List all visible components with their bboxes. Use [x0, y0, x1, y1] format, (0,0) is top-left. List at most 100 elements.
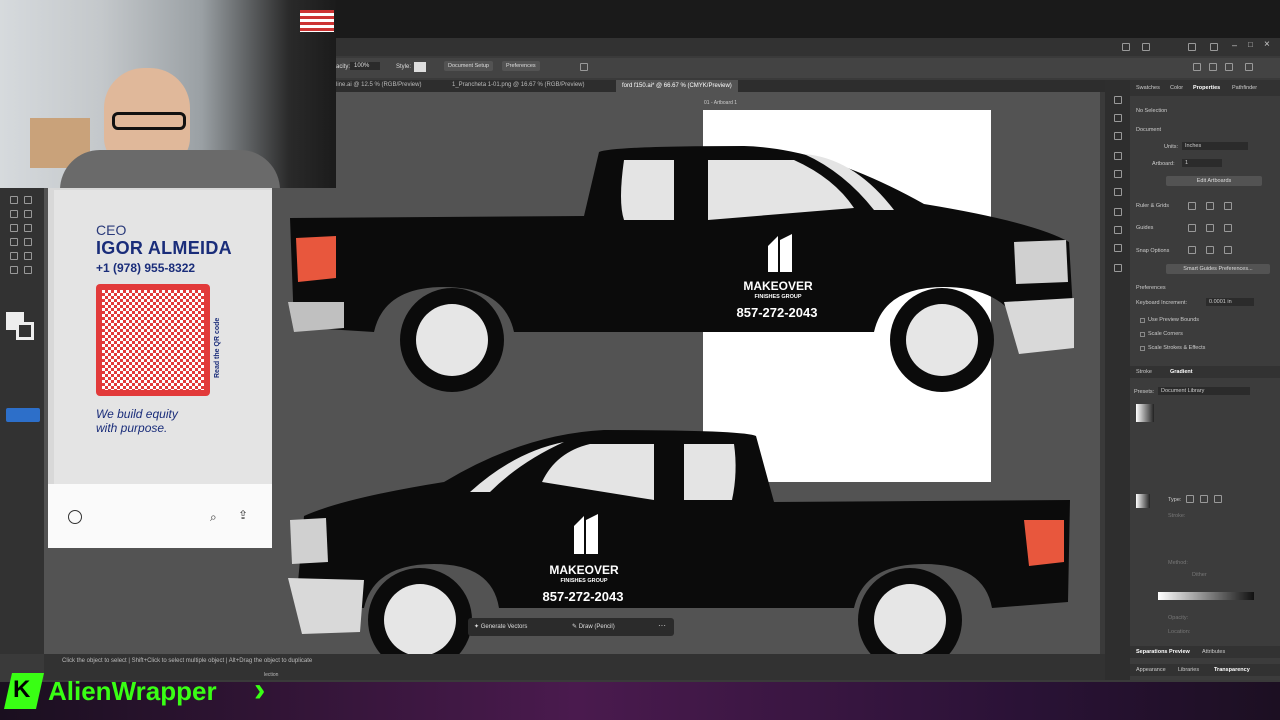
- stroke-swatch[interactable]: [16, 322, 34, 340]
- draw-pencil-button[interactable]: ✎ Draw (Pencil): [572, 623, 615, 630]
- tab-libraries[interactable]: Libraries: [1178, 667, 1199, 673]
- artboards-icon[interactable]: [1114, 114, 1122, 122]
- headlight: [1014, 240, 1068, 284]
- transparency-grid-icon[interactable]: [1224, 202, 1232, 210]
- preferences-button[interactable]: Preferences: [502, 61, 540, 71]
- maximize-icon[interactable]: □: [1248, 40, 1253, 49]
- tab-swatches[interactable]: Swatches: [1136, 85, 1160, 91]
- smart-guides-prefs-button[interactable]: Smart Guides Preferences...: [1166, 264, 1270, 274]
- search-icon[interactable]: ⌕: [210, 510, 217, 525]
- gradient-fill-swatch[interactable]: [1136, 494, 1150, 508]
- align-icon[interactable]: [580, 63, 588, 71]
- grid-icon[interactable]: [1206, 202, 1214, 210]
- opentype-icon[interactable]: [1114, 244, 1122, 252]
- artboard-select[interactable]: 1: [1182, 159, 1222, 167]
- freeform-gradient-icon[interactable]: [1214, 495, 1222, 503]
- pen-tool-icon[interactable]: [10, 210, 18, 218]
- eraser-tool-icon[interactable]: [10, 238, 18, 246]
- rulers-icon[interactable]: [1188, 202, 1196, 210]
- presets-select[interactable]: Document Library: [1158, 387, 1250, 395]
- tab-separations-preview[interactable]: Separations Preview: [1136, 649, 1190, 655]
- artboard-tool-icon[interactable]: [24, 252, 32, 260]
- links-icon[interactable]: [1114, 188, 1122, 196]
- opacity-input[interactable]: 100%: [350, 62, 380, 70]
- minimize-icon[interactable]: –: [1232, 40, 1237, 50]
- chart-tool-icon[interactable]: [10, 252, 18, 260]
- truck-phone-1: 857-272-2043: [737, 305, 818, 320]
- generate-vectors-button[interactable]: ✦ Generate Vectors: [474, 623, 527, 630]
- menu-icon[interactable]: [1245, 63, 1253, 71]
- scale-corners-checkbox[interactable]: [1140, 332, 1145, 337]
- front-bumper: [288, 578, 364, 634]
- edit-artboards-button[interactable]: Edit Artboards: [1166, 176, 1262, 186]
- type-tool-icon[interactable]: [24, 210, 32, 218]
- tab-color[interactable]: Color: [1170, 85, 1183, 91]
- rear-window: [621, 160, 674, 220]
- close-icon[interactable]: ×: [1264, 39, 1270, 50]
- gradient-slider[interactable]: [1158, 592, 1254, 600]
- layers-stack-icon[interactable]: [1114, 170, 1122, 178]
- layers-icon[interactable]: [1114, 96, 1122, 104]
- document-setup-button[interactable]: Document Setup: [444, 61, 493, 71]
- front-rim: [906, 304, 978, 376]
- transform-panel-icon[interactable]: [1114, 152, 1122, 160]
- snap-pixel-icon[interactable]: [1206, 246, 1214, 254]
- selection-tool-icon[interactable]: [10, 196, 18, 204]
- snap-glyph-icon[interactable]: [1224, 246, 1232, 254]
- brand-name: AlienWrapper: [48, 676, 217, 706]
- tab-attributes[interactable]: Attributes: [1202, 649, 1225, 655]
- share-icon[interactable]: ⇪: [238, 508, 248, 522]
- tab-properties[interactable]: Properties: [1193, 85, 1220, 91]
- libraries-icon[interactable]: [1114, 132, 1122, 140]
- ruler-grids-label: Ruler & Grids: [1136, 203, 1170, 209]
- gradient-location-label: Location:: [1168, 629, 1191, 635]
- company-name-2: MAKEOVER: [549, 563, 619, 577]
- guides-lock-icon[interactable]: [1206, 224, 1214, 232]
- tab-pathfinder[interactable]: Pathfinder: [1232, 85, 1257, 91]
- guides-show-icon[interactable]: [1188, 224, 1196, 232]
- character-icon[interactable]: [1114, 208, 1122, 216]
- direct-selection-icon[interactable]: [24, 196, 32, 204]
- share-icon[interactable]: [1122, 43, 1130, 51]
- scale-strokes-checkbox[interactable]: [1140, 346, 1145, 351]
- tab-transparency[interactable]: Transparency: [1214, 667, 1250, 673]
- rear-rim: [416, 304, 488, 376]
- flip-icon[interactable]: [1209, 63, 1217, 71]
- rear-rim: [874, 584, 946, 654]
- linear-gradient-icon[interactable]: [1186, 495, 1194, 503]
- bell-icon[interactable]: [1142, 43, 1150, 51]
- zoom-tool-icon[interactable]: [24, 266, 32, 274]
- more-icon[interactable]: ···: [658, 621, 666, 630]
- qr-code[interactable]: [96, 284, 210, 396]
- units-select[interactable]: Inches: [1182, 142, 1248, 150]
- transform-icon[interactable]: [1193, 63, 1201, 71]
- guides-clear-icon[interactable]: [1224, 224, 1232, 232]
- link-icon[interactable]: [1225, 63, 1233, 71]
- tab-line[interactable]: line.ai @ 12.5 % (RGB/Preview): [336, 82, 421, 88]
- search-icon[interactable]: [1188, 43, 1196, 51]
- radial-gradient-icon[interactable]: [1200, 495, 1208, 503]
- keyboard-increment-input[interactable]: 0.0001 in: [1206, 298, 1254, 306]
- properties-panel: Swatches Color Properties Pathfinder No …: [1130, 80, 1280, 680]
- tab-stroke[interactable]: Stroke: [1136, 369, 1152, 375]
- paragraph-icon[interactable]: [1114, 226, 1122, 234]
- tab-ford-f150[interactable]: ford f150.ai* @ 66.67 % (CMYK/Preview): [616, 80, 738, 92]
- brush-tool-icon[interactable]: [24, 224, 32, 232]
- rotate-tool-icon[interactable]: [24, 238, 32, 246]
- gradient-preview-swatch[interactable]: [1136, 404, 1154, 422]
- style-swatch[interactable]: [414, 62, 426, 72]
- snap-point-icon[interactable]: [1188, 246, 1196, 254]
- company-sub-1: FINISHES GROUP: [754, 294, 801, 300]
- chevron-right-icon: ›: [254, 671, 266, 709]
- tab-appearance[interactable]: Appearance: [1136, 667, 1166, 673]
- tab-gradient[interactable]: Gradient: [1170, 369, 1193, 375]
- actions-icon[interactable]: [1114, 264, 1122, 272]
- hand-tool-icon[interactable]: [10, 266, 18, 274]
- edit-toolbar-icon[interactable]: [6, 408, 40, 422]
- arrange-icon[interactable]: [1210, 43, 1218, 51]
- contextual-task-bar: ✦ Generate Vectors ✎ Draw (Pencil) ···: [468, 618, 674, 636]
- tab-prancheta[interactable]: 1_Prancheta 1-01.png @ 16.67 % (RGB/Prev…: [452, 82, 585, 88]
- shape-tool-icon[interactable]: [10, 224, 18, 232]
- use-preview-bounds-checkbox[interactable]: [1140, 318, 1145, 323]
- lens-icon[interactable]: [68, 510, 82, 524]
